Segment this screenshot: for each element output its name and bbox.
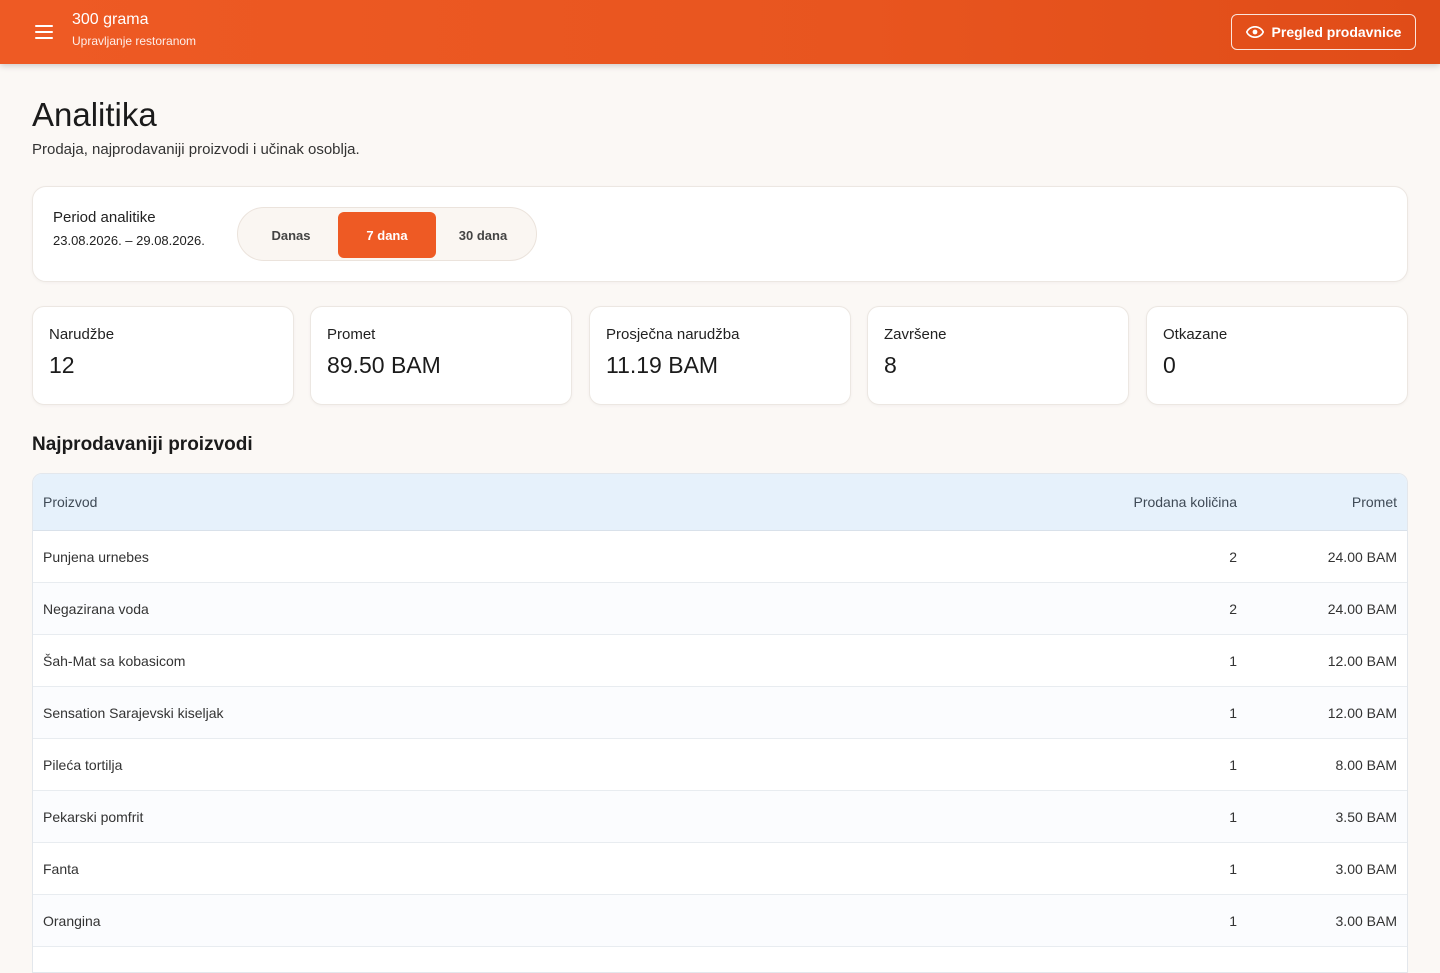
product-revenue: 24.00 BAM (1327, 548, 1397, 565)
top-app-bar: 300 grama Upravljanje restoranom Pregled… (0, 0, 1440, 64)
menu-icon[interactable] (30, 20, 58, 44)
product-name: Negazirana voda (43, 600, 149, 617)
stat-card-revenue: Promet 89.50 BAM (310, 306, 572, 405)
stat-value: 0 (1163, 352, 1176, 378)
stat-label: Promet (327, 326, 376, 343)
product-revenue: 3.00 BAM (1335, 912, 1397, 929)
store-preview-label: Pregled prodavnice (1271, 24, 1402, 40)
stat-card-orders: Narudžbe 12 (32, 306, 294, 405)
stat-label: Narudžbe (49, 326, 115, 343)
page-title: Analitika (32, 96, 157, 133)
brand: 300 grama Upravljanje restoranom (72, 10, 196, 48)
table-row: Šah-Mat sa kobasicom 1 12.00 BAM (33, 635, 1407, 687)
period-card: Period analitike 23.08.2026. – 29.08.202… (32, 186, 1408, 282)
stat-value: 12 (49, 352, 75, 378)
stat-label: Završene (884, 326, 947, 343)
product-quantity: 1 (1229, 652, 1237, 669)
period-option-today[interactable]: Danas (242, 212, 340, 258)
product-quantity: 1 (1229, 912, 1237, 929)
product-quantity: 2 (1229, 548, 1237, 565)
top-products-title: Najprodavaniji proizvodi (32, 434, 253, 455)
product-name: Šah-Mat sa kobasicom (43, 652, 186, 669)
period-range: 23.08.2026. – 29.08.2026. (53, 233, 205, 248)
eye-icon (1245, 26, 1264, 38)
product-quantity: 2 (1229, 600, 1237, 617)
stat-label: Otkazane (1163, 326, 1228, 343)
product-quantity: 1 (1229, 860, 1237, 877)
table-row: Negazirana voda 2 24.00 BAM (33, 583, 1407, 635)
product-quantity: 1 (1229, 756, 1237, 773)
stat-card-average-order: Prosječna narudžba 11.19 BAM (589, 306, 851, 405)
product-revenue: 12.00 BAM (1327, 704, 1397, 721)
product-name: Fanta (43, 860, 79, 877)
product-name: Punjena urnebes (43, 548, 149, 565)
product-quantity: 1 (1229, 704, 1237, 721)
table-row: Pileća tortilja 1 8.00 BAM (33, 739, 1407, 791)
product-revenue: 3.00 BAM (1335, 860, 1397, 877)
product-revenue: 8.00 BAM (1335, 756, 1397, 773)
table-row: Orangina 1 3.00 BAM (33, 895, 1407, 947)
product-quantity: 1 (1229, 808, 1237, 825)
top-products-table: Proizvod Prodana količina Promet Punjena… (32, 473, 1408, 973)
table-header: Proizvod Prodana količina Promet (33, 474, 1407, 531)
store-preview-button[interactable]: Pregled prodavnice (1231, 14, 1416, 50)
column-header-product: Proizvod (43, 494, 98, 510)
period-toggle-group: Danas 7 dana 30 dana (237, 207, 537, 261)
product-revenue: 3.50 BAM (1335, 808, 1397, 825)
table-row: Pekarski pomfrit 1 3.50 BAM (33, 791, 1407, 843)
app-name: 300 grama (72, 11, 149, 28)
stat-value: 11.19 BAM (606, 352, 719, 378)
period-label: Period analitike (53, 209, 156, 226)
stat-card-cancelled: Otkazane 0 (1146, 306, 1408, 405)
table-body: Punjena urnebes 2 24.00 BAM Negazirana v… (33, 531, 1407, 947)
stat-value: 8 (884, 352, 897, 378)
table-row: Sensation Sarajevski kiseljak 1 12.00 BA… (33, 687, 1407, 739)
table-row: Fanta 1 3.00 BAM (33, 843, 1407, 895)
product-name: Orangina (43, 912, 101, 929)
column-header-quantity: Prodana količina (1133, 494, 1237, 510)
page-subtitle: Prodaja, najprodavaniji proizvodi i učin… (32, 141, 360, 158)
column-header-revenue: Promet (1351, 494, 1397, 510)
product-name: Sensation Sarajevski kiseljak (43, 704, 224, 721)
app-subtitle: Upravljanje restoranom (72, 34, 197, 48)
period-option-7-days[interactable]: 7 dana (338, 212, 436, 258)
product-revenue: 24.00 BAM (1327, 600, 1397, 617)
product-name: Pileća tortilja (43, 756, 123, 773)
table-row: Punjena urnebes 2 24.00 BAM (33, 531, 1407, 583)
period-option-30-days[interactable]: 30 dana (434, 212, 532, 258)
stat-value: 89.50 BAM (327, 352, 441, 378)
product-name: Pekarski pomfrit (43, 808, 144, 825)
stat-label: Prosječna narudžba (606, 326, 740, 343)
stat-card-completed: Završene 8 (867, 306, 1129, 405)
product-revenue: 12.00 BAM (1327, 652, 1397, 669)
